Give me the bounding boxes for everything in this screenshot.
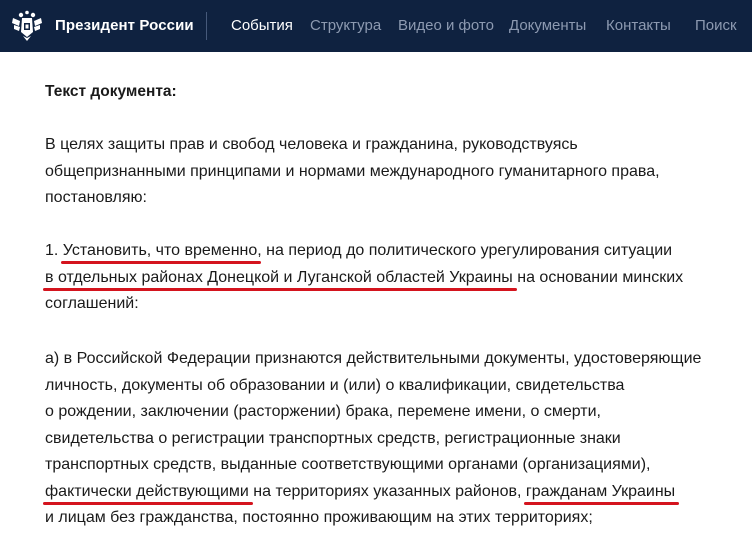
preamble-paragraph: В целях защиты прав и свобод человека и …: [45, 132, 660, 212]
item-1-text: на основании минских: [512, 268, 684, 286]
underlined-phrase: Установить, что временно: [62, 242, 258, 259]
item-a-line: а) в Российской Федерации признаются дей…: [45, 350, 702, 367]
document-heading: Текст документа:: [45, 83, 177, 100]
nav-video-photo[interactable]: Видео и фото: [398, 17, 494, 34]
nav-contacts[interactable]: Контакты: [606, 17, 671, 34]
preamble-line: В целях защиты прав и свобод человека и …: [45, 136, 578, 153]
underlined-phrase: фактически действующими: [45, 482, 249, 500]
item-a-text: на территориях указанных районов,: [248, 482, 526, 500]
item-1-line: в отдельных районах Донецкой и Луганской…: [45, 265, 683, 292]
item-a-line: свидетельства о регистрации транспортных…: [45, 429, 621, 447]
item-a-line: и лицам без гражданства, постоянно прожи…: [45, 509, 593, 526]
header-divider: [206, 12, 207, 40]
nav-search[interactable]: Поиск: [695, 17, 737, 34]
preamble-line: общепризнанными принципами и нормами меж…: [45, 162, 660, 180]
nav-structure[interactable]: Структура: [310, 17, 381, 34]
item-1-number: 1.: [45, 242, 63, 259]
item-a-line: личность, документы об образовании и (ил…: [45, 376, 625, 394]
item-a-line: о рождении, заключении (расторжении) бра…: [45, 403, 601, 420]
item-1-line: 1. Установить, что временно, на период д…: [45, 238, 683, 265]
item-1-line: соглашений:: [45, 295, 139, 312]
item-a-line: транспортных средств, выданные соответст…: [45, 456, 651, 473]
site-title[interactable]: Президент России: [55, 17, 194, 34]
underlined-phrase: в отдельных районах Донецкой и Луганской…: [45, 268, 513, 286]
nav-documents[interactable]: Документы: [509, 17, 586, 34]
nav-events[interactable]: События: [231, 17, 293, 34]
item-a-line: фактически действующими на территориях у…: [45, 479, 701, 506]
underlined-phrase: гражданам Украины: [525, 482, 676, 500]
state-emblem-icon[interactable]: [10, 9, 44, 43]
item-1-paragraph: 1. Установить, что временно, на период д…: [45, 238, 683, 318]
item-a-paragraph: а) в Российской Федерации признаются дей…: [45, 346, 701, 532]
preamble-line: постановляю:: [45, 189, 147, 206]
item-1-text: , на период до политического урегулирова…: [257, 242, 673, 259]
site-header: Президент России События Структура Видео…: [0, 0, 752, 52]
